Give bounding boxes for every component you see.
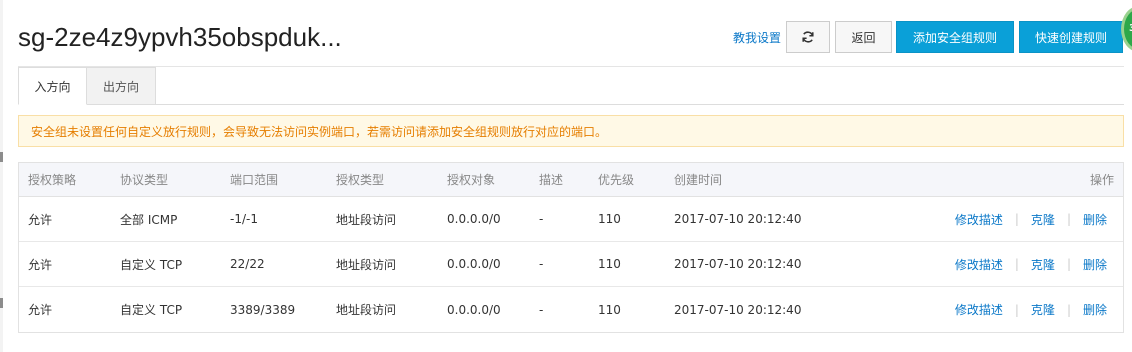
cell-protocol: 自定义 TCP xyxy=(120,303,183,317)
table-row: 允许 全部 ICMP -1/-1 地址段访问 0.0.0.0/0 - 110 2… xyxy=(19,197,1123,242)
action-separator: | xyxy=(1066,257,1071,271)
action-separator: | xyxy=(1014,257,1019,271)
column-header-port-range: 端口范围 xyxy=(230,173,279,187)
cell-created: 2017-07-10 20:12:40 xyxy=(674,212,802,226)
table-row: 允许 自定义 TCP 22/22 地址段访问 0.0.0.0/0 - 110 2… xyxy=(19,242,1123,287)
cell-priority: 110 xyxy=(598,212,621,226)
scroll-marker xyxy=(0,152,3,162)
column-header-created: 创建时间 xyxy=(674,173,723,187)
refresh-button[interactable] xyxy=(786,21,830,53)
row-actions: 修改描述 | 克隆 | 删除 xyxy=(955,197,1107,241)
row-actions: 修改描述 | 克隆 | 删除 xyxy=(955,287,1107,332)
column-header-actions: 操作 xyxy=(1089,173,1114,187)
add-security-rule-button[interactable]: 添加安全组规则 xyxy=(896,21,1014,53)
clone-link[interactable]: 克隆 xyxy=(1031,211,1055,228)
page-title: sg-2ze4z9ypvh35obspduk... xyxy=(18,22,342,52)
cell-policy: 允许 xyxy=(28,257,53,272)
cell-priority: 110 xyxy=(598,302,621,317)
cell-port-range: 3389/3389 xyxy=(230,302,296,317)
table-row: 允许 自定义 TCP 3389/3389 地址段访问 0.0.0.0/0 - 1… xyxy=(19,287,1123,332)
cell-protocol: 全部 ICMP xyxy=(120,212,178,227)
cell-auth-object: 0.0.0.0/0 xyxy=(447,212,501,226)
column-header-policy: 授权策略 xyxy=(28,173,77,187)
delete-link[interactable]: 删除 xyxy=(1083,256,1107,273)
edit-description-link[interactable]: 修改描述 xyxy=(955,211,1003,228)
warning-notice: 安全组未设置任何自定义放行规则，会导致无法访问实例端口，若需访问请添加安全组规则… xyxy=(18,115,1124,147)
refresh-icon xyxy=(802,31,814,43)
action-separator: | xyxy=(1014,302,1019,317)
cell-auth-object: 0.0.0.0/0 xyxy=(447,257,501,271)
quick-create-rule-button[interactable]: 快速创建规则 xyxy=(1019,21,1123,53)
direction-tabs: 入方向 出方向 xyxy=(18,67,1124,105)
action-separator: | xyxy=(1014,212,1019,226)
edit-description-link[interactable]: 修改描述 xyxy=(955,301,1003,318)
cell-policy: 允许 xyxy=(28,212,53,227)
scroll-marker xyxy=(0,298,3,308)
cell-description: - xyxy=(539,212,544,226)
cell-port-range: 22/22 xyxy=(230,257,265,271)
column-header-priority: 优先级 xyxy=(598,173,635,187)
page-header: sg-2ze4z9ypvh35obspduk... 教我设置 返回 添加安全组规… xyxy=(0,0,1132,66)
help-link[interactable]: 教我设置 xyxy=(733,29,781,46)
edit-description-link[interactable]: 修改描述 xyxy=(955,256,1003,273)
cell-auth-type: 地址段访问 xyxy=(336,257,397,272)
clone-link[interactable]: 克隆 xyxy=(1031,301,1055,318)
cell-auth-type: 地址段访问 xyxy=(336,212,397,227)
rules-table: 授权策略 协议类型 端口范围 授权类型 授权对象 描述 优先级 创建时间 操作 … xyxy=(18,162,1124,333)
tab-outbound[interactable]: 出方向 xyxy=(87,67,156,105)
delete-link[interactable]: 删除 xyxy=(1083,211,1107,228)
cell-protocol: 自定义 TCP xyxy=(120,257,183,272)
delete-link[interactable]: 删除 xyxy=(1083,301,1107,318)
action-separator: | xyxy=(1066,302,1071,317)
clone-link[interactable]: 克隆 xyxy=(1031,256,1055,273)
cell-description: - xyxy=(539,257,544,271)
action-separator: | xyxy=(1066,212,1071,226)
column-header-description: 描述 xyxy=(539,173,564,187)
column-header-auth-object: 授权对象 xyxy=(447,173,496,187)
cell-auth-type: 地址段访问 xyxy=(336,303,397,317)
row-actions: 修改描述 | 克隆 | 删除 xyxy=(955,242,1107,286)
cell-created: 2017-07-10 20:12:40 xyxy=(674,302,802,317)
cell-created: 2017-07-10 20:12:40 xyxy=(674,257,802,271)
back-button[interactable]: 返回 xyxy=(835,21,892,53)
table-header: 授权策略 协议类型 端口范围 授权类型 授权对象 描述 优先级 创建时间 操作 xyxy=(19,163,1123,197)
cell-port-range: -1/-1 xyxy=(230,212,258,226)
cell-policy: 允许 xyxy=(28,303,53,317)
column-header-auth-type: 授权类型 xyxy=(336,173,385,187)
column-header-protocol: 协议类型 xyxy=(120,173,169,187)
cell-auth-object: 0.0.0.0/0 xyxy=(447,302,501,317)
cell-description: - xyxy=(539,302,544,317)
tab-inbound[interactable]: 入方向 xyxy=(18,67,87,105)
cell-priority: 110 xyxy=(598,257,621,271)
warning-notice-text: 安全组未设置任何自定义放行规则，会导致无法访问实例端口，若需访问请添加安全组规则… xyxy=(31,124,608,139)
